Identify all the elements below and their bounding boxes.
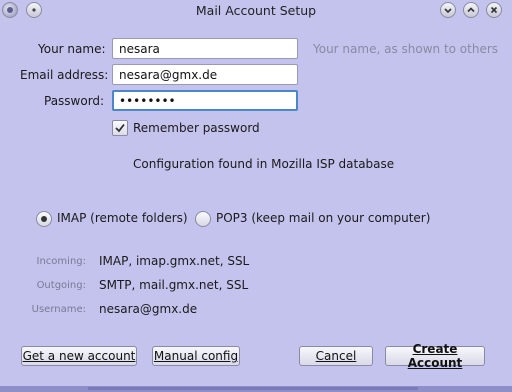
password-label: Password: xyxy=(44,94,105,108)
incoming-value: IMAP, imap.gmx.net, SSL xyxy=(99,254,250,268)
name-field[interactable] xyxy=(112,38,298,59)
create-account-label: Create Account xyxy=(407,342,463,370)
create-account-button[interactable]: Create Account xyxy=(385,342,485,370)
title-bar: Mail Account Setup xyxy=(0,0,512,22)
get-new-account-label: Get a new account xyxy=(22,349,136,363)
taskbar-strip xyxy=(0,386,512,392)
get-new-account-button[interactable]: Get a new account xyxy=(21,346,137,366)
remember-password-checkbox[interactable] xyxy=(112,120,128,136)
radio-selected-dot xyxy=(41,216,47,222)
name-hint: Your name, as shown to others xyxy=(313,42,499,56)
email-label: Email address: xyxy=(20,68,109,82)
manual-config-label: Manual config xyxy=(153,349,239,363)
remember-password-label[interactable]: Remember password xyxy=(133,121,260,135)
cancel-label: Cancel xyxy=(315,349,357,363)
password-field[interactable] xyxy=(112,90,298,111)
minimize-icon[interactable] xyxy=(440,2,456,18)
window-title: Mail Account Setup xyxy=(195,3,317,18)
imap-radio[interactable] xyxy=(36,211,52,227)
outgoing-value: SMTP, mail.gmx.net, SSL xyxy=(99,278,249,292)
imap-label[interactable]: IMAP (remote folders) xyxy=(57,211,188,225)
cancel-button[interactable]: Cancel xyxy=(299,346,373,366)
manual-config-button[interactable]: Manual config xyxy=(152,346,240,366)
maximize-icon[interactable] xyxy=(463,2,479,18)
username-label: Username: xyxy=(31,304,86,315)
checkmark-icon xyxy=(115,123,125,133)
status-message: Configuration found in Mozilla ISP datab… xyxy=(133,157,395,171)
email-field[interactable] xyxy=(112,64,298,85)
incoming-label: Incoming: xyxy=(36,256,86,267)
pop3-label[interactable]: POP3 (keep mail on your computer) xyxy=(216,211,430,225)
name-label: Your name: xyxy=(38,42,106,56)
close-icon[interactable] xyxy=(486,2,502,18)
username-value: nesara@gmx.de xyxy=(99,302,198,316)
outgoing-label: Outgoing: xyxy=(36,280,86,291)
pop3-radio[interactable] xyxy=(195,211,211,227)
